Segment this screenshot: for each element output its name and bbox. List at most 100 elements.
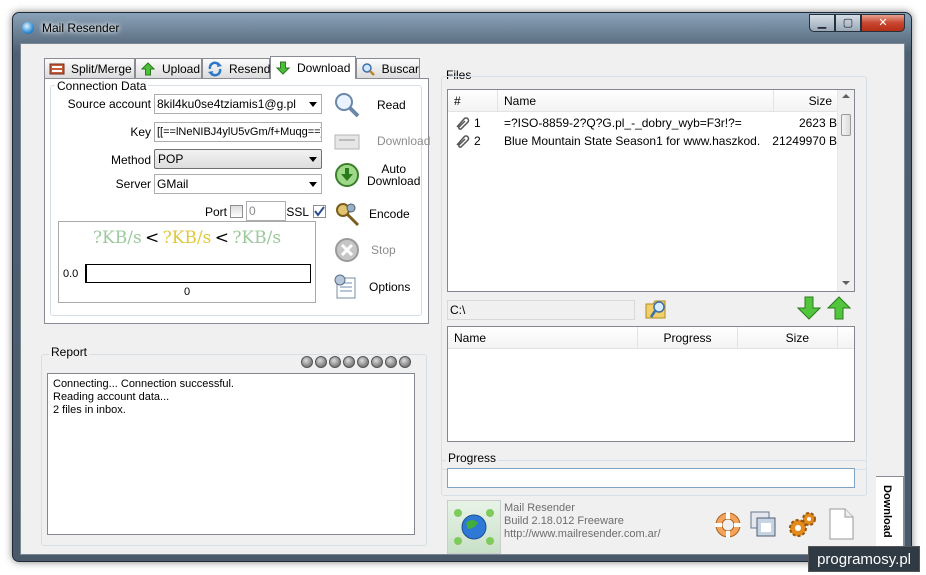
window-title: Mail Resender [42, 21, 120, 35]
auto-download-button[interactable]: Auto Download [333, 161, 420, 189]
lifebuoy-icon[interactable] [713, 510, 743, 543]
close-button[interactable]: ✕ [861, 14, 905, 32]
server-value: GMail [157, 177, 189, 191]
status-led-icon [371, 356, 383, 368]
client-area: Split/Merge Upload Resend Download Busca… [20, 43, 905, 555]
maximize-button[interactable]: ▢ [835, 14, 861, 32]
table-row[interactable]: 2 Blue Mountain State Season1 for www.ha… [452, 132, 837, 150]
browse-folder-icon[interactable] [643, 296, 669, 325]
col-size[interactable]: Size [738, 327, 838, 349]
read-label: Read [377, 98, 406, 112]
tab-label: Download [297, 61, 351, 75]
key-input[interactable]: [[==lNeNIBJ4ylU5vGm/f+Muqg==] [154, 122, 322, 142]
auto-download-label: Auto Download [367, 163, 420, 187]
move-down-arrow-icon[interactable] [796, 296, 822, 323]
file-size: 2623 B [798, 116, 837, 130]
chevron-down-icon [309, 157, 317, 162]
status-led-icon [357, 356, 369, 368]
tab-resend[interactable]: Resend [202, 58, 270, 78]
scroll-down-icon[interactable] [842, 281, 850, 285]
source-account-combo[interactable]: 8kil4ku0se4tziamis1@g.pl [154, 94, 322, 114]
download-disabled-icon [333, 127, 361, 155]
app-logo [447, 500, 501, 554]
table-row[interactable]: 1 =?ISO-8859-2?Q?G.pl_-_dobry_wyb=F3r!?=… [452, 114, 837, 132]
server-label: Server [115, 177, 151, 191]
about-url[interactable]: http://www.mailresender.com.ar/ [504, 528, 661, 541]
port-input[interactable]: 0 [246, 201, 286, 221]
read-button[interactable]: Read [333, 91, 406, 119]
source-account-label: Source account [67, 97, 151, 111]
overall-progress-bar [447, 468, 855, 488]
auto-download-label-line2: Download [367, 174, 421, 188]
file-number: 2 [474, 134, 481, 148]
ssl-checkbox[interactable] [313, 205, 326, 218]
server-combo[interactable]: GMail [154, 174, 322, 194]
app-globe-icon [22, 22, 34, 34]
col-name[interactable]: Name [498, 90, 774, 112]
less-than: < [214, 228, 229, 248]
main-window: Mail Resender ▁ ▢ ✕ Split/Merge Upload R… [12, 12, 912, 562]
col-progress[interactable]: Progress [638, 327, 738, 349]
encode-button[interactable]: Encode [333, 200, 410, 228]
tab-buscar[interactable]: Buscar [356, 58, 420, 78]
transfers-list-header: Name Progress Size [448, 327, 854, 349]
files-scrollbar[interactable] [837, 90, 854, 291]
stop-label: Stop [371, 243, 396, 257]
tab-upload[interactable]: Upload [135, 58, 202, 78]
stop-button[interactable]: Stop [333, 236, 396, 264]
tab-label: Resend [229, 61, 271, 76]
title-bar[interactable]: Mail Resender ▁ ▢ ✕ [13, 13, 911, 43]
options-button[interactable]: Options [333, 273, 410, 301]
options-label: Options [369, 280, 411, 294]
minimize-button[interactable]: ▁ [809, 14, 835, 32]
files-list[interactable]: # Name Size 1 =?ISO-8859-2?Q?G.pl_-_dobr… [447, 89, 855, 292]
magnifier-icon [333, 91, 361, 119]
encode-key-icon [333, 200, 361, 228]
tab-download[interactable]: Download [270, 56, 356, 79]
report-line: Reading account data... [53, 391, 170, 403]
report-line: 2 files in inbox. [53, 404, 126, 416]
file-number: 1 [474, 116, 481, 130]
file-name: =?ISO-8859-2?Q?G.pl_-_dobry_wyb=F3r!?= [504, 116, 742, 130]
resend-icon [207, 61, 223, 77]
speed-readout: ?KB/s < ?KB/s < ?KB/s [59, 228, 315, 248]
report-line: Connecting... Connection successful. [53, 378, 234, 390]
watermark: programosy.pl [808, 546, 920, 572]
method-combo[interactable]: POP [154, 149, 322, 169]
progress-value: 0 [183, 286, 191, 298]
report-label: Report [49, 345, 90, 359]
ssl-label: SSL [286, 205, 309, 219]
speed-bar [85, 264, 311, 283]
windows-cascade-icon[interactable] [749, 510, 779, 543]
file-size: 21249970 B [772, 134, 837, 148]
scroll-thumb[interactable] [841, 114, 851, 136]
connection-data-label: Connection Data [55, 79, 149, 93]
scroll-up-icon[interactable] [842, 94, 850, 98]
col-number[interactable]: # [448, 90, 498, 112]
paperclip-icon [454, 134, 470, 153]
blank-document-icon[interactable] [827, 508, 855, 543]
key-label: Key [130, 125, 151, 139]
encode-label: Encode [369, 207, 410, 221]
chevron-down-icon [309, 182, 317, 187]
magnifier-icon [361, 61, 376, 77]
less-than: < [145, 228, 160, 248]
col-size[interactable]: Size [774, 90, 838, 112]
tab-split-merge[interactable]: Split/Merge [44, 58, 135, 78]
move-up-arrow-icon[interactable] [826, 296, 852, 323]
source-account-value: 8kil4ku0se4tziamis1@g.pl [157, 97, 296, 111]
report-log[interactable]: Connecting... Connection successful. Rea… [47, 373, 415, 535]
port-checkbox[interactable] [230, 205, 243, 218]
col-name[interactable]: Name [448, 327, 638, 349]
status-led-icon [343, 356, 355, 368]
window-controls: ▁ ▢ ✕ [809, 14, 905, 32]
options-icon [333, 273, 361, 301]
transfers-list[interactable]: Name Progress Size [447, 326, 855, 442]
side-tab-download[interactable]: Download [876, 476, 904, 552]
download-button[interactable]: Download [333, 127, 430, 155]
gears-icon[interactable] [787, 510, 817, 543]
path-input[interactable]: C:\ [447, 300, 635, 320]
status-leds [299, 356, 411, 368]
speed-current: ?KB/s [162, 228, 212, 248]
progress-label: Progress [446, 451, 499, 465]
